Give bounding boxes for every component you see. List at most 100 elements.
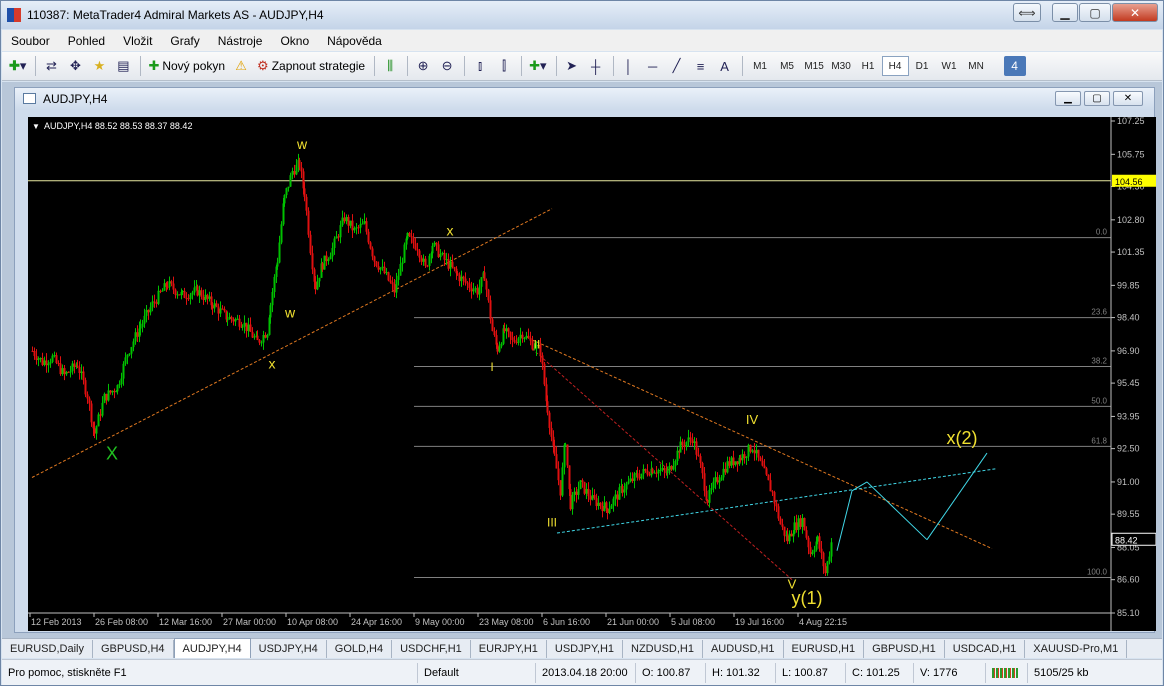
tab-usdchf-h1[interactable]: USDCHF,H1	[392, 640, 471, 658]
timeframe-h1[interactable]: H1	[855, 56, 882, 76]
candle-body	[105, 393, 108, 401]
candle-body	[355, 227, 358, 229]
candle-body	[170, 281, 173, 284]
fib-level-label: 0.0	[1096, 228, 1108, 237]
candle-body	[805, 530, 808, 538]
symbol-dropdown-icon[interactable]: ▼	[32, 122, 40, 131]
candle-body	[583, 481, 586, 494]
candle-body	[618, 487, 621, 500]
tab-eurusd-h1[interactable]: EURUSD,H1	[784, 640, 865, 658]
tab-audjpy-h4[interactable]: AUDJPY,H4	[173, 638, 251, 658]
tab-audusd-h1[interactable]: AUDUSD,H1	[703, 640, 784, 658]
menu-okno[interactable]: Okno	[271, 34, 318, 48]
candle-body	[174, 289, 177, 295]
candle-body	[363, 221, 366, 224]
time-tick-label: 6 Jun 16:00	[543, 617, 590, 627]
candle-body	[293, 171, 296, 175]
market-watch-icon[interactable]: ⇄	[40, 55, 62, 77]
candle-body	[474, 288, 477, 290]
indicators-icon[interactable]: ✚ ▾	[526, 55, 549, 77]
candle-body	[367, 231, 370, 243]
candle-body	[325, 255, 328, 262]
timeframe-m30[interactable]: M30	[828, 56, 855, 76]
tab-gbpusd-h1[interactable]: GBPUSD,H1	[864, 640, 945, 658]
candle-body	[683, 445, 686, 447]
last-price-label: 88.42	[1115, 535, 1138, 545]
chart-shift-icon[interactable]: ⫾	[469, 55, 491, 77]
menu-soubor[interactable]: Soubor	[2, 34, 59, 48]
candle-body	[631, 478, 634, 482]
candle-body	[553, 445, 556, 455]
tab-eurusd-daily[interactable]: EURUSD,Daily	[2, 640, 93, 658]
menu-nastroje[interactable]: Nástroje	[209, 34, 272, 48]
close-button[interactable]: ✕	[1112, 3, 1158, 22]
text-tool-icon[interactable]: A	[714, 55, 736, 77]
menu-grafy[interactable]: Grafy	[161, 34, 208, 48]
menu-vlozit[interactable]: Vložit	[114, 34, 161, 48]
timeframe-m15[interactable]: M15	[801, 56, 828, 76]
candle-body	[521, 334, 524, 339]
channel-icon[interactable]: ≡	[690, 55, 712, 77]
terminal-window-icon[interactable]: ▤	[112, 55, 134, 77]
candle-body	[728, 461, 731, 466]
vertical-line-icon[interactable]: │	[618, 55, 640, 77]
zoom-in-icon[interactable]: ⊕	[412, 55, 434, 77]
candle-body	[741, 454, 744, 461]
candle-body	[439, 254, 442, 258]
restore-arrows-button[interactable]: ⟺	[1013, 3, 1041, 22]
minimize-button[interactable]: ▁	[1052, 3, 1078, 22]
crosshair-icon[interactable]: ┼	[585, 55, 607, 77]
favorites-star-icon[interactable]: ★	[88, 55, 110, 77]
cursor-arrow-icon[interactable]: ➤	[561, 55, 583, 77]
tab-gold-h4[interactable]: GOLD,H4	[327, 640, 393, 658]
candle-body	[599, 502, 602, 506]
timeframe-m5[interactable]: M5	[774, 56, 801, 76]
chart-minimize-button[interactable]: ▁	[1055, 91, 1081, 106]
menu-pohled[interactable]: Pohled	[59, 34, 114, 48]
tab-usdjpy-h4[interactable]: USDJPY,H4	[251, 640, 327, 658]
autotrading-button[interactable]: ⚙ Zapnout strategie	[254, 55, 368, 77]
tab-usdjpy-h1[interactable]: USDJPY,H1	[547, 640, 624, 658]
candle-body	[761, 460, 764, 466]
price-chart[interactable]: 0.0 23.6 38.2 50.0 61.8 100.0 Xw w x x II I III IV Vy…	[28, 116, 1157, 631]
horizontal-line-icon[interactable]: ─	[642, 55, 664, 77]
candle-body	[449, 261, 452, 269]
tab-gbpusd-h4[interactable]: GBPUSD,H4	[93, 640, 174, 658]
chart-maximize-button[interactable]: ▢	[1084, 91, 1110, 106]
timeframe-mn[interactable]: MN	[963, 56, 990, 76]
tab-usdcad-h1[interactable]: USDCAD,H1	[945, 640, 1026, 658]
chart-close-button[interactable]: ✕	[1113, 91, 1143, 106]
new-order-button[interactable]: ✚ Nový pokyn	[145, 55, 228, 77]
tab-nzdusd-h1[interactable]: NZDUSD,H1	[623, 640, 703, 658]
timeframe-w1[interactable]: W1	[936, 56, 963, 76]
menu-napoveda[interactable]: Nápověda	[318, 34, 391, 48]
main-toolbar: ✚ ▾ ⇄ ✥ ★ ▤ ✚ Nový pokyn ⚠ ⚙ Zapnout strate…	[2, 52, 1162, 81]
fibonacci-levels: 0.0 23.6 38.2 50.0 61.8 100.0	[28, 180, 1111, 578]
candle-body	[345, 216, 348, 222]
autoscroll-icon[interactable]: ⫿	[493, 55, 515, 77]
candle-body	[736, 461, 739, 465]
alert-warning-icon[interactable]: ⚠	[230, 55, 252, 77]
timeframe-d1[interactable]: D1	[909, 56, 936, 76]
tab-eurjpy-h1[interactable]: EURJPY,H1	[471, 640, 547, 658]
time-tick-label: 12 Feb 2013	[31, 617, 82, 627]
candle-body	[159, 290, 162, 292]
candle-body	[420, 257, 423, 262]
maximize-button[interactable]: ▢	[1079, 3, 1111, 22]
candle-body	[76, 365, 79, 368]
zoom-out-icon[interactable]: ⊖	[436, 55, 458, 77]
bar-chart-icon[interactable]: ⫼	[379, 55, 401, 77]
trendline-icon[interactable]: ╱	[666, 55, 688, 77]
timeframe-m1[interactable]: M1	[747, 56, 774, 76]
new-chart-icon[interactable]: ✚ ▾	[6, 55, 29, 77]
candle-body	[120, 378, 123, 385]
candle-body	[608, 508, 611, 513]
candle-body	[247, 324, 250, 332]
candle-body	[670, 466, 673, 470]
tab-xauusd-pro-m1[interactable]: XAUUSD-Pro,M1	[1025, 640, 1128, 658]
windows-badge[interactable]: 4	[1003, 56, 1026, 76]
timeframe-h4[interactable]: H4	[881, 56, 909, 76]
candle-body	[359, 224, 362, 228]
price-chart-svg[interactable]: 0.023.638.250.061.8100.0 XwwxxIIIIIIIVVy…	[28, 116, 1157, 631]
navigator-crosshair-icon[interactable]: ✥	[64, 55, 86, 77]
